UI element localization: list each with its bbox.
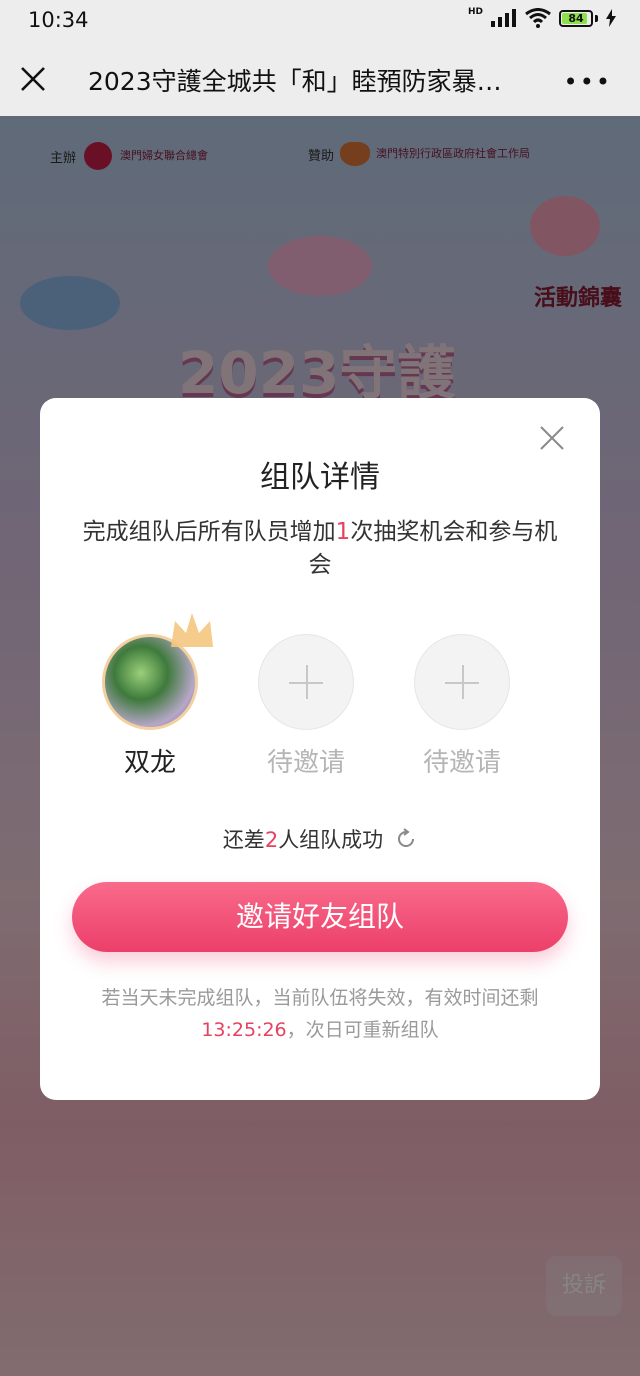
refresh-icon[interactable] xyxy=(395,828,417,850)
more-menu-icon[interactable]: ••• xyxy=(564,68,612,96)
team-member-3[interactable]: 待邀请 xyxy=(402,634,522,779)
wifi-icon xyxy=(525,8,551,28)
team-details-dialog: 组队详情 完成组队后所有队员增加1次抽奖机会和参与机会 双龙 待邀请 待邀请 还… xyxy=(40,398,600,1100)
status-bar: 10:34 HD 84 xyxy=(0,0,640,40)
close-icon[interactable] xyxy=(20,66,46,92)
plus-icon xyxy=(462,665,464,699)
team-member-2[interactable]: 待邀请 xyxy=(246,634,366,779)
expiry-note: 若当天未完成组队，当前队伍将失效，有效时间还剩 13:25:26，次日可重新组队 xyxy=(74,982,566,1046)
member-name: 双龙 xyxy=(123,748,176,778)
member-name: 待邀请 xyxy=(266,748,345,778)
team-progress: 还差2人组队成功 xyxy=(40,824,600,854)
remaining-suffix: 人组队成功 xyxy=(278,828,384,852)
avatar xyxy=(102,613,213,730)
page-title: 2023守護全城共「和」睦預防家暴… xyxy=(88,67,502,96)
team-member-1: 双龙 xyxy=(90,613,213,779)
invite-friends-button[interactable]: 邀请好友组队 xyxy=(72,882,568,952)
bonus-count: 1 xyxy=(335,519,351,545)
dialog-title: 组队详情 xyxy=(260,460,380,495)
battery-tip xyxy=(595,14,598,22)
remaining-count: 2 xyxy=(264,828,279,852)
signal-icon xyxy=(491,9,516,27)
footnote-suffix: ，次日可重新组队 xyxy=(286,1019,439,1041)
nav-bar: 2023守護全城共「和」睦預防家暴… ••• xyxy=(0,40,640,116)
invite-slot[interactable] xyxy=(414,634,510,730)
footnote-prefix: 若当天未完成组队，当前队伍将失效，有效时间还剩 xyxy=(101,987,539,1009)
countdown-timer: 13:25:26 xyxy=(201,1019,287,1041)
status-time: 10:34 xyxy=(28,8,89,32)
remaining-prefix: 还差 xyxy=(222,828,265,852)
network-type-label: HD xyxy=(467,7,483,17)
team-members: 双龙 待邀请 待邀请 xyxy=(40,613,600,784)
battery-level: 84 xyxy=(568,11,584,25)
battery-icon: 84 xyxy=(559,9,593,27)
close-icon[interactable] xyxy=(540,426,564,450)
member-name: 待邀请 xyxy=(422,748,501,778)
plus-icon xyxy=(306,665,308,699)
status-icons: HD 84 xyxy=(467,7,616,28)
invite-slot[interactable] xyxy=(258,634,354,730)
crown-icon xyxy=(171,613,213,647)
dialog-description: 完成组队后所有队员增加1次抽奖机会和参与机会 xyxy=(76,516,564,582)
description-prefix: 完成组队后所有队员增加 xyxy=(82,519,336,545)
charging-icon xyxy=(606,9,616,27)
